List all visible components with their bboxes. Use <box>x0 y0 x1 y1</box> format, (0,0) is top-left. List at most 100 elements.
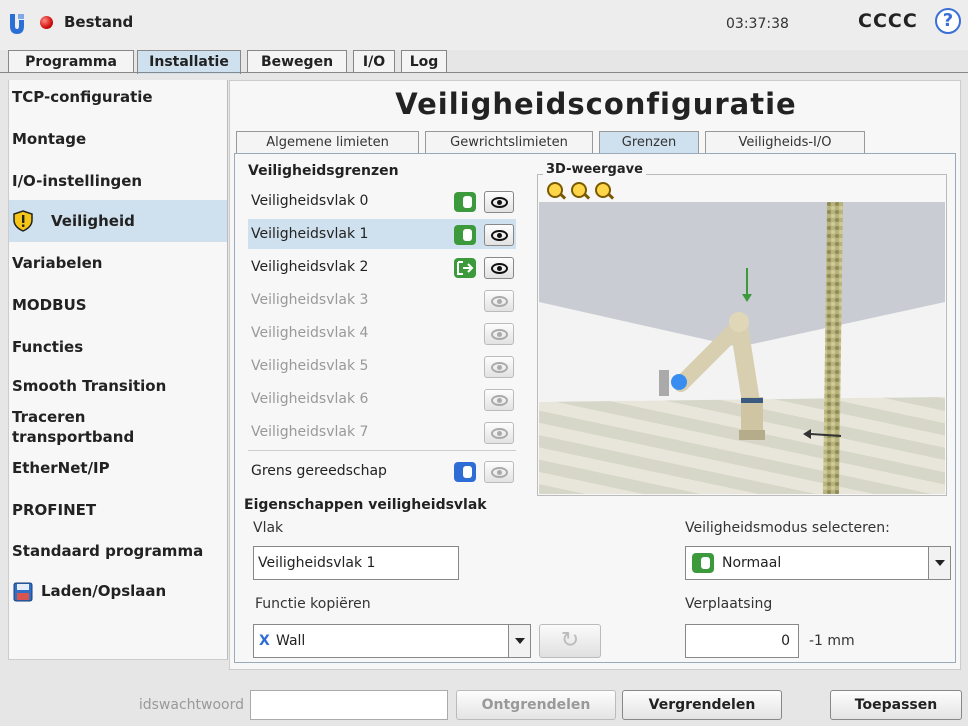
plane-row-0[interactable]: Veiligheidsvlak 0 <box>248 186 516 216</box>
visibility-eye-icon[interactable] <box>484 290 514 312</box>
page-title: Veiligheidsconfiguratie <box>395 87 797 121</box>
sidebar-item-label: EtherNet/IP <box>12 459 110 477</box>
chevron-down-icon <box>928 547 950 579</box>
sidebar-item-label: Veiligheid <box>51 212 135 230</box>
copy-feature-label: Functie kopiëren <box>255 596 371 612</box>
sidebar-item-label: PROFINET <box>12 501 97 519</box>
refresh-button[interactable]: ↻ <box>539 624 601 658</box>
displacement-label: Verplaatsing <box>685 596 773 612</box>
boundaries-content: Veiligheidsgrenzen Veiligheidsvlak 0 Vei… <box>234 153 956 663</box>
visibility-eye-icon[interactable] <box>484 389 514 411</box>
file-menu[interactable]: Bestand <box>64 13 133 31</box>
plane-row-4[interactable]: Veiligheidsvlak 4 <box>248 318 516 348</box>
visibility-eye-icon[interactable] <box>484 356 514 378</box>
sidebar-item-montage[interactable]: Montage <box>9 130 227 148</box>
tab-safety-io[interactable]: Veiligheids-I/O <box>705 131 865 153</box>
sidebar-item-tcp[interactable]: TCP-configuratie <box>9 88 227 106</box>
sidebar-item-io-settings[interactable]: I/O-instellingen <box>9 172 227 190</box>
help-icon[interactable]: ? <box>935 8 961 34</box>
sidebar-item-veiligheid[interactable]: Veiligheid <box>9 200 227 242</box>
plane-row-3[interactable]: Veiligheidsvlak 3 <box>248 285 516 315</box>
tool-boundary-row[interactable]: Grens gereedschap <box>248 456 516 486</box>
tab-log[interactable]: Log <box>401 50 447 73</box>
sidebar-item-profinet[interactable]: PROFINET <box>9 501 227 519</box>
visibility-eye-icon[interactable] <box>484 422 514 444</box>
zoom-in-icon[interactable] <box>547 182 563 198</box>
plane-name-label: Vlak <box>253 520 284 536</box>
plane-row-1[interactable]: Veiligheidsvlak 1 <box>248 219 516 249</box>
plane-label: Veiligheidsvlak 0 <box>251 193 369 209</box>
plane-mode-toggle-icon[interactable] <box>454 225 476 245</box>
plane-label: Veiligheidsvlak 2 <box>251 259 369 275</box>
tool-boundary-label: Grens gereedschap <box>251 463 387 479</box>
tab-general-limits[interactable]: Algemene limieten <box>236 131 419 153</box>
plane-name-input[interactable]: Veiligheidsvlak 1 <box>253 546 459 580</box>
plane-row-2[interactable]: Veiligheidsvlak 2 <box>248 252 516 282</box>
clock: 03:37:38 <box>726 16 789 32</box>
tab-programma[interactable]: Programma <box>8 50 134 73</box>
displacement-unit: -1 mm <box>809 633 855 649</box>
plane-label: Veiligheidsvlak 5 <box>251 358 369 374</box>
3d-view-title: 3D-weergave <box>543 162 646 177</box>
plane-row-6[interactable]: Veiligheidsvlak 6 <box>248 384 516 414</box>
plane-row-5[interactable]: Veiligheidsvlak 5 <box>248 351 516 381</box>
sidebar-item-conveyor-tracking[interactable]: Traceren transportband <box>9 407 149 447</box>
plane-row-7[interactable]: Veiligheidsvlak 7 <box>248 417 516 447</box>
visibility-eye-icon[interactable] <box>484 257 514 279</box>
tab-boundaries[interactable]: Grenzen <box>599 131 699 153</box>
visibility-eye-icon[interactable] <box>484 224 514 246</box>
sidebar-item-functies[interactable]: Functies <box>9 338 227 356</box>
trigger-reduced-mode-icon[interactable] <box>454 258 476 278</box>
lock-button[interactable]: Vergrendelen <box>622 690 782 720</box>
sidebar-item-label: TCP-configuratie <box>12 88 153 106</box>
plane-label: Veiligheidsvlak 4 <box>251 325 369 341</box>
universal-robots-logo-icon <box>10 14 24 34</box>
chevron-down-icon <box>508 625 530 657</box>
unlock-button[interactable]: Ontgrendelen <box>456 690 616 720</box>
tab-bewegen[interactable]: Bewegen <box>247 50 347 73</box>
floppy-disk-icon <box>13 582 33 602</box>
header-bar: Bestand 03:37:38 CCCC ? <box>0 0 968 50</box>
displacement-input[interactable]: 0 <box>685 624 799 658</box>
sidebar-item-label: MODBUS <box>12 296 87 314</box>
password-input[interactable] <box>250 690 448 720</box>
shield-warning-icon <box>13 210 33 232</box>
sidebar-item-modbus[interactable]: MODBUS <box>9 296 227 314</box>
list-divider <box>248 450 516 451</box>
main-panel: Veiligheidsconfiguratie Algemene limiete… <box>229 80 961 670</box>
visibility-eye-icon[interactable] <box>484 323 514 345</box>
tab-io[interactable]: I/O <box>353 50 395 73</box>
plane-label: Veiligheidsvlak 3 <box>251 292 369 308</box>
sidebar-item-label: I/O-instellingen <box>12 172 143 190</box>
plane-label: Veiligheidsvlak 1 <box>251 226 369 242</box>
copy-feature-value: Wall <box>276 633 306 649</box>
sidebar-item-default-program[interactable]: Standaard programma <box>9 542 227 560</box>
sidebar-item-label: Standaard programma <box>12 542 204 560</box>
sidebar-item-variabelen[interactable]: Variabelen <box>9 254 227 272</box>
visibility-eye-icon[interactable] <box>484 191 514 213</box>
sidebar-item-label: Laden/Opslaan <box>41 582 167 600</box>
sidebar-item-load-save[interactable]: Laden/Opslaan <box>9 580 227 608</box>
3d-scene-view[interactable] <box>539 202 945 494</box>
zoom-out-icon[interactable] <box>595 182 611 198</box>
tab-installatie[interactable]: Installatie <box>137 50 241 74</box>
sidebar-item-ethernet-ip[interactable]: EtherNet/IP <box>9 459 227 477</box>
tab-joint-limits[interactable]: Gewrichtslimieten <box>425 131 593 153</box>
plane-label: Veiligheidsvlak 7 <box>251 424 369 440</box>
section-title-properties: Eigenschappen veiligheidsvlak <box>244 497 487 513</box>
tabs-divider <box>0 72 968 73</box>
visibility-eye-icon[interactable] <box>484 461 514 483</box>
normal-mode-icon <box>692 553 714 573</box>
apply-button[interactable]: Toepassen <box>830 690 962 720</box>
safety-mode-select[interactable]: Normaal <box>685 546 951 580</box>
robot-status-icon <box>40 16 53 29</box>
installation-sidebar: TCP-configuratie Montage I/O-instellinge… <box>8 80 228 660</box>
copy-feature-select[interactable]: X Wall <box>253 624 531 658</box>
tool-boundary-toggle-icon[interactable] <box>454 462 476 482</box>
sidebar-item-smooth-transition[interactable]: Smooth Transition <box>9 377 227 395</box>
sidebar-item-label: Smooth Transition <box>12 377 167 395</box>
user-name: CCCC <box>858 10 918 32</box>
plane-mode-toggle-icon[interactable] <box>454 192 476 212</box>
zoom-reset-icon[interactable] <box>571 182 587 198</box>
sidebar-item-label: Traceren transportband <box>12 408 135 446</box>
